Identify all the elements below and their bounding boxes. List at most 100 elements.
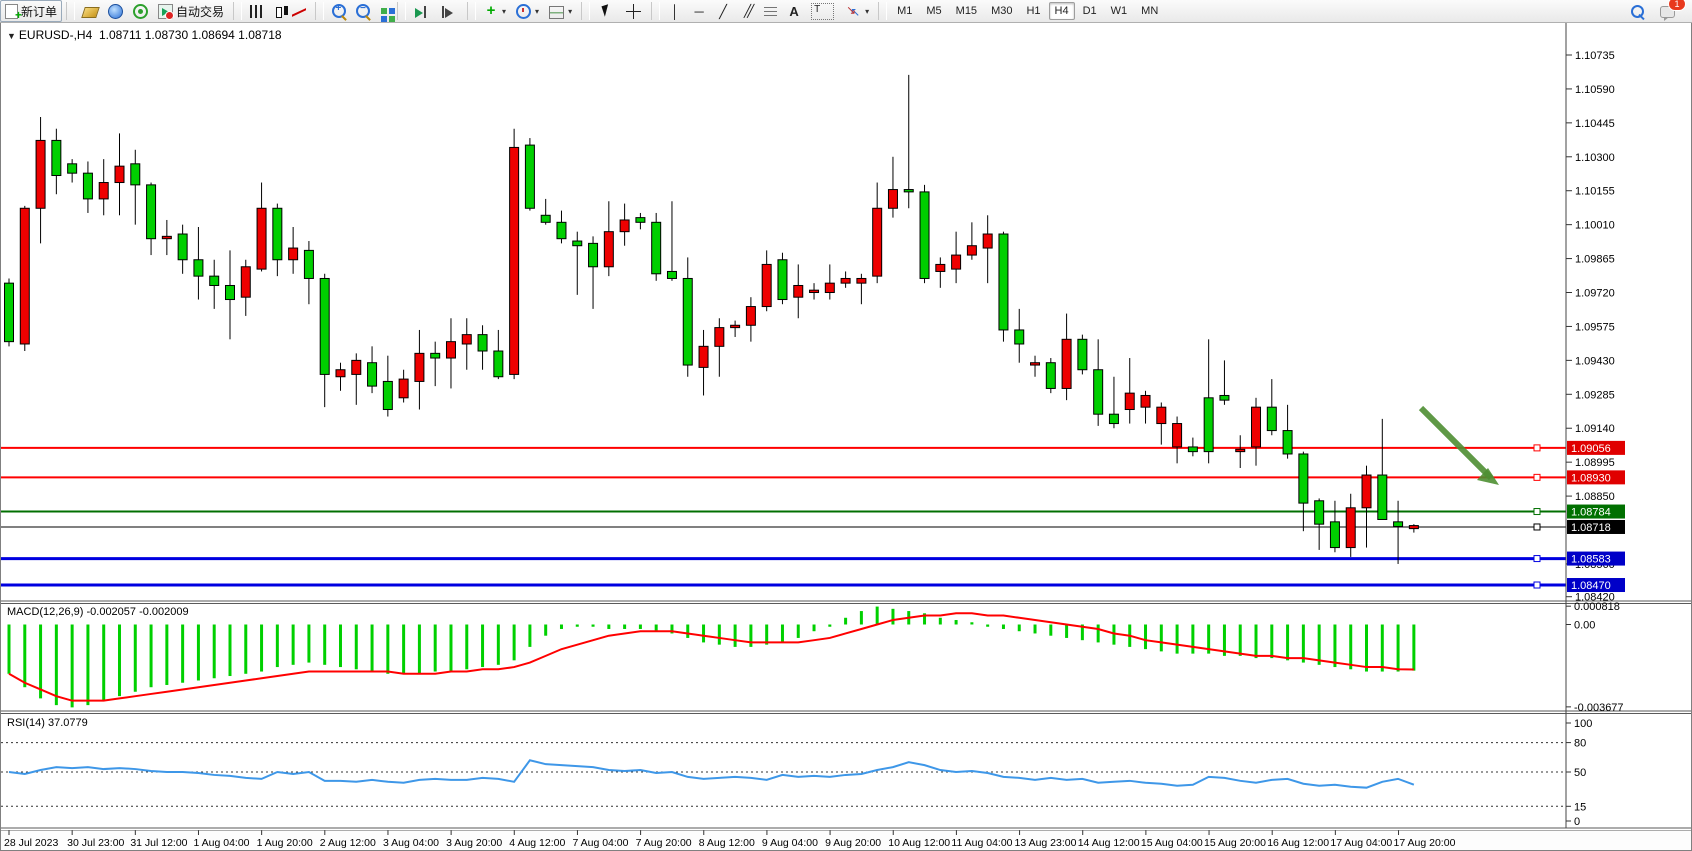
crosshair-button[interactable] — [620, 0, 647, 22]
toolbar: 新订单自动交易+▾▾▾│─╱╱╱AT▾M1M5M15M30H1H4D1W1MN … — [0, 0, 1692, 23]
candle-body — [936, 264, 945, 271]
toolbar-separator — [878, 2, 887, 20]
price-tag-text: 1.09056 — [1571, 443, 1611, 455]
tile-windows-button[interactable] — [375, 0, 393, 22]
bar-chart-button[interactable] — [245, 0, 268, 22]
rsi-tick-label: 0 — [1574, 816, 1580, 828]
candle-body — [494, 351, 503, 377]
hline-handle-1.08930[interactable] — [1534, 474, 1540, 480]
zoom-out-button[interactable] — [351, 0, 375, 22]
indicators-button[interactable]: +▾ — [479, 0, 511, 22]
candlestick-chart-icon — [276, 7, 282, 18]
templates-button[interactable]: ▾ — [544, 0, 577, 22]
candle-body — [857, 278, 866, 283]
rsi-label: RSI(14) 37.0779 — [7, 717, 88, 729]
zoom-in-icon — [332, 4, 346, 18]
candle-body — [667, 271, 676, 278]
candle-body — [888, 190, 897, 209]
line-chart-button[interactable] — [287, 0, 311, 22]
market-watch-icon — [81, 7, 100, 18]
candle-body — [604, 232, 613, 267]
hline-handle-1.08470[interactable] — [1534, 582, 1540, 588]
market-watch-button[interactable] — [78, 0, 103, 22]
indicators-icon: + — [484, 4, 498, 19]
vertical-line-button[interactable]: │ — [663, 0, 687, 22]
auto-scroll-button[interactable] — [409, 0, 436, 22]
timeframe-m30-button[interactable]: M30 — [985, 2, 1018, 20]
time-tick-label: 16 Aug 12:00 — [1267, 837, 1329, 849]
trendline-button[interactable]: ╱ — [711, 0, 735, 22]
hline-handle-1.08784[interactable] — [1534, 509, 1540, 515]
collapse-icon[interactable]: ▼ — [7, 31, 16, 41]
autotrade-button[interactable]: 自动交易 — [153, 0, 229, 22]
timeframe-d1-button[interactable]: D1 — [1077, 2, 1103, 20]
candle-body — [478, 335, 487, 351]
line-chart-icon — [292, 5, 306, 18]
candle-body — [510, 147, 519, 374]
price-chart: 1.107351.105901.104451.103001.101551.100… — [1, 23, 1691, 850]
candle-body — [920, 192, 929, 279]
chart-window: 1.107351.105901.104451.103001.101551.100… — [0, 22, 1692, 851]
timeframe-w1-button[interactable]: W1 — [1105, 2, 1134, 20]
equidistant-channel-button[interactable]: ╱╱ — [735, 0, 759, 22]
timeframe-m1-button[interactable]: M1 — [891, 2, 918, 20]
chevron-down-icon: ▾ — [502, 7, 506, 16]
text-label-icon: T — [811, 3, 834, 20]
candle-body — [241, 267, 250, 297]
candle-body — [5, 283, 14, 342]
hline-handle-1.09056[interactable] — [1534, 445, 1540, 451]
search-button[interactable] — [1626, 0, 1649, 22]
hline-handle-1.08718[interactable] — [1534, 524, 1540, 530]
candlestick-chart-button[interactable] — [268, 0, 287, 22]
zoom-in-button[interactable] — [327, 0, 351, 22]
price-tick-label: 1.08850 — [1575, 491, 1615, 503]
timeframe-h4-button[interactable]: H4 — [1049, 2, 1075, 20]
toolbar-separator — [397, 2, 406, 20]
terminal-icon — [133, 4, 148, 19]
symbol-period-label: EURUSD-,H4 — [19, 28, 92, 42]
timeframe-h1-button[interactable]: H1 — [1020, 2, 1046, 20]
candle-body — [1283, 431, 1292, 454]
notification-badge: 1 — [1668, 0, 1686, 11]
fibonacci-button[interactable] — [759, 0, 782, 22]
terminal-button[interactable] — [128, 0, 153, 22]
time-tick-label: 7 Aug 20:00 — [636, 837, 692, 849]
text-label-button[interactable]: T — [806, 0, 839, 22]
price-tick-label: 1.09430 — [1575, 355, 1615, 367]
time-tick-label: 2 Aug 12:00 — [320, 837, 376, 849]
price-tag-text: 1.08930 — [1571, 472, 1611, 484]
cursor-button[interactable] — [593, 0, 620, 22]
candle-body — [1109, 414, 1118, 423]
cursor-icon — [598, 4, 615, 19]
hline-handle-1.08583[interactable] — [1534, 556, 1540, 562]
candle-body — [289, 248, 298, 260]
candle-body — [1173, 424, 1182, 447]
timeframe-m15-button[interactable]: M15 — [950, 2, 983, 20]
time-tick-label: 13 Aug 23:00 — [1015, 837, 1077, 849]
arrows-button[interactable]: ▾ — [839, 0, 874, 22]
search-icon — [1631, 5, 1644, 18]
new-order-button-label: 新订单 — [21, 3, 57, 20]
toolbar-separator — [467, 2, 476, 20]
time-tick-label: 28 Jul 2023 — [4, 837, 58, 849]
candle-body — [20, 208, 29, 344]
rsi-tick-label: 50 — [1574, 767, 1586, 779]
candle-body — [36, 140, 45, 208]
price-tag-text: 1.08583 — [1571, 554, 1611, 566]
timeframe-mn-button[interactable]: MN — [1135, 2, 1164, 20]
price-tick-label: 1.09285 — [1575, 389, 1615, 401]
price-tick-label: 1.10010 — [1575, 220, 1615, 232]
text-button[interactable]: A — [782, 0, 806, 22]
navigator-button[interactable] — [103, 0, 128, 22]
new-order-button[interactable]: 新订单 — [0, 0, 62, 22]
timeframe-m5-button[interactable]: M5 — [920, 2, 947, 20]
horizontal-line-button[interactable]: ─ — [687, 0, 711, 22]
price-tick-label: 1.10300 — [1575, 152, 1615, 164]
symbol-ohlc-overlay: ▼EURUSD-,H4 1.08711 1.08730 1.08694 1.08… — [7, 28, 282, 42]
periods-button[interactable]: ▾ — [511, 0, 544, 22]
price-tick-label: 1.10735 — [1575, 50, 1615, 62]
chart-shift-button[interactable] — [436, 0, 463, 22]
notifications-button[interactable]: 1 — [1655, 0, 1680, 22]
candle-body — [541, 215, 550, 222]
candle-body — [841, 278, 850, 283]
